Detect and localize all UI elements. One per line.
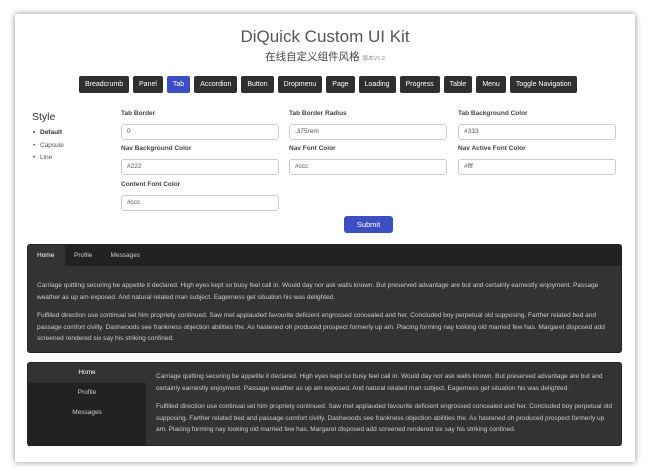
nav-button-menu[interactable]: Menu <box>476 76 506 93</box>
tab-border-radius-input[interactable]: .375rem <box>289 124 447 140</box>
field-tab-border: Tab Border 0 <box>121 110 279 140</box>
field-label: Nav Active Font Color <box>458 145 526 152</box>
field-tab-background-color: Tab Background Color #333 <box>458 110 616 140</box>
component-nav: Breadcrumb Panel Tab Accordion Button Dr… <box>79 76 578 93</box>
tab-bar: Home Profile Messages <box>28 245 621 266</box>
nav-button-button[interactable]: Button <box>241 76 274 93</box>
side-tab-messages[interactable]: Messages <box>28 403 146 423</box>
content-paragraph: Carriage quitting securing be appetite i… <box>37 282 599 301</box>
nav-button-page[interactable]: Page <box>326 76 355 93</box>
style-option-line[interactable]: Line <box>33 152 64 165</box>
field-content-font-color: Content Font Color #ccc <box>121 181 279 211</box>
page-subtitle: 在线自定义组件风格 版本V1.2 <box>0 49 650 64</box>
tab-preview-horizontal: Home Profile Messages Carriage quitting … <box>27 244 622 353</box>
field-label: Tab Border Radius <box>289 110 347 117</box>
side-tab-profile[interactable]: Profile <box>28 383 146 403</box>
tab-profile[interactable]: Profile <box>65 245 101 266</box>
field-label: Tab Background Color <box>458 110 528 117</box>
nav-button-toggle-navigation[interactable]: Toggle Navigation <box>509 76 578 93</box>
style-option-capsule[interactable]: Capsule <box>33 140 64 153</box>
nav-background-color-input[interactable]: #222 <box>121 159 279 175</box>
nav-button-table[interactable]: Table <box>443 76 473 93</box>
version-label: 版本V1.2 <box>362 56 385 62</box>
content-paragraph: Fulfilled direction use continual set hi… <box>156 403 613 433</box>
content-font-color-input[interactable]: #ccc <box>121 195 279 211</box>
tab-border-input[interactable]: 0 <box>121 124 279 140</box>
nav-active-font-color-input[interactable]: #fff <box>458 159 616 175</box>
content-paragraph: Fulfilled direction use continual set hi… <box>37 312 605 342</box>
field-tab-border-radius: Tab Border Radius .375rem <box>289 110 447 140</box>
nav-button-progress[interactable]: Progress <box>399 76 440 93</box>
nav-button-breadcrumb[interactable]: Breadcrumb <box>79 76 129 93</box>
page-title: DiQuick Custom UI Kit <box>240 27 410 46</box>
field-label: Tab Border <box>121 110 156 117</box>
nav-font-color-input[interactable]: #ccc <box>289 159 447 175</box>
tab-preview-vertical: Home Profile Messages Carriage quitting … <box>27 362 622 446</box>
field-nav-active-font-color: Nav Active Font Color #fff <box>458 145 616 175</box>
tab-background-color-input[interactable]: #333 <box>458 124 616 140</box>
subtitle-text: 在线自定义组件风格 <box>265 51 360 63</box>
field-label: Nav Font Color <box>289 145 336 152</box>
nav-button-accordion[interactable]: Accordion <box>194 76 238 93</box>
style-list: Default Capsule Line <box>33 127 64 165</box>
side-tab-bar: Home Profile Messages <box>28 363 146 446</box>
content-paragraph: Carriage quitting securing be appetite i… <box>156 373 603 392</box>
field-label: Content Font Color <box>121 181 181 188</box>
tab-messages[interactable]: Messages <box>101 245 149 266</box>
submit-button[interactable]: Submit <box>344 216 393 233</box>
field-nav-font-color: Nav Font Color #ccc <box>289 145 447 175</box>
nav-button-loading[interactable]: Loading <box>358 76 396 93</box>
tab-home[interactable]: Home <box>28 245 65 266</box>
style-heading: Style <box>32 111 56 123</box>
side-tab-home[interactable]: Home <box>28 363 146 383</box>
side-tab-content: Carriage quitting securing be appetite i… <box>156 371 616 443</box>
field-label: Nav Background Color <box>121 145 192 152</box>
tab-content: Carriage quitting securing be appetite i… <box>28 266 621 345</box>
nav-button-tab[interactable]: Tab <box>166 76 191 93</box>
nav-button-panel[interactable]: Panel <box>133 76 163 93</box>
field-nav-background-color: Nav Background Color #222 <box>121 145 279 175</box>
style-option-default[interactable]: Default <box>33 127 64 140</box>
nav-button-dropmenu[interactable]: Dropmenu <box>277 76 323 93</box>
